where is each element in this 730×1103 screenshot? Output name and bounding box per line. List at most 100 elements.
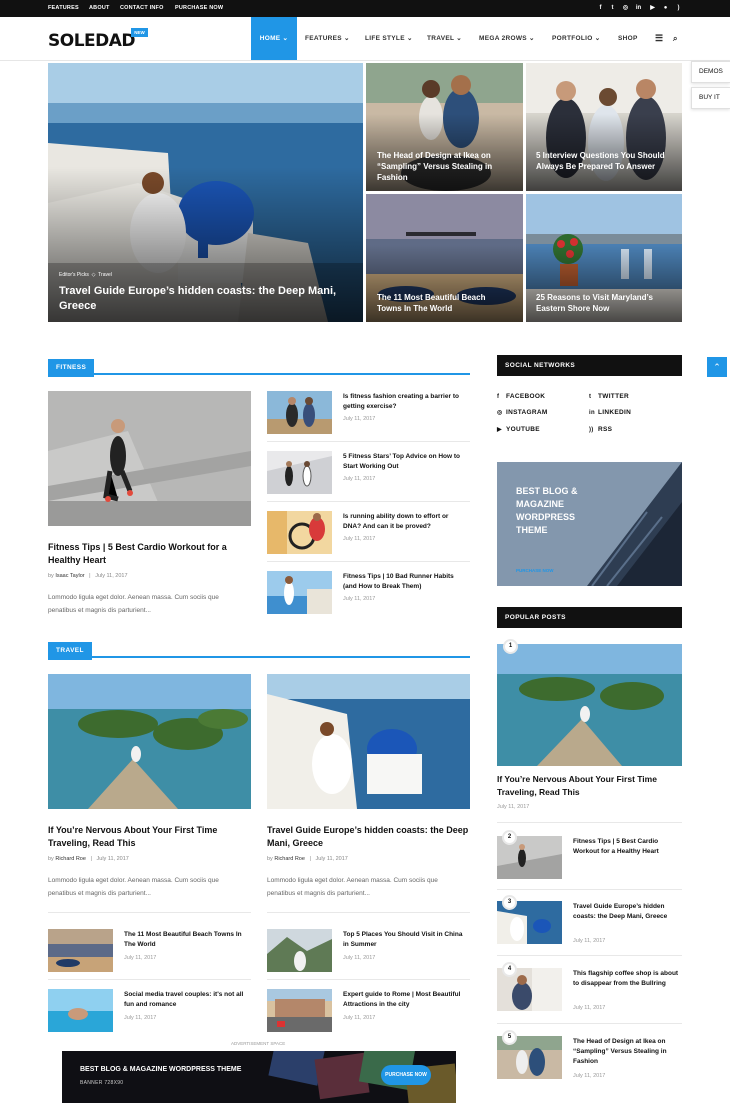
popular-rank-4: 4 bbox=[502, 962, 517, 977]
nav-portfolio[interactable]: PORTFOLIO ⌄ bbox=[552, 17, 600, 60]
nav-home-label: HOME bbox=[259, 35, 281, 42]
nav-lifestyle[interactable]: LIFE STYLE ⌄ bbox=[365, 17, 413, 60]
facebook-icon[interactable]: f bbox=[597, 5, 604, 12]
site-logo[interactable]: SOLEDAD bbox=[48, 31, 136, 51]
instagram-icon[interactable]: ◎ bbox=[622, 5, 629, 12]
social-facebook[interactable]: f FACEBOOK bbox=[497, 393, 545, 400]
social-twitter[interactable]: t TWITTER bbox=[589, 393, 629, 400]
topbar-link-about[interactable]: ABOUT bbox=[89, 0, 110, 17]
travel-featured-title-1[interactable]: If You’re Nervous About Your First Time … bbox=[48, 824, 253, 850]
travel-featured-author-2[interactable]: Richard Roe bbox=[274, 856, 305, 862]
travel-heading-label[interactable]: TRAVEL bbox=[48, 642, 92, 660]
travel-list-date-4: July 11, 2017 bbox=[343, 1015, 376, 1021]
travel-list-image-3[interactable] bbox=[48, 989, 113, 1032]
travel-list-title-1[interactable]: The 11 Most Beautiful Beach Towns In The… bbox=[124, 930, 249, 950]
travel-featured-excerpt-2: Lommodo ligula eget dolor. Aenean massa.… bbox=[267, 877, 438, 897]
ad-banner[interactable]: BEST BLOG & MAGAZINE WORDPRESS THEME BAN… bbox=[62, 1051, 456, 1103]
hero-tile-1-title[interactable]: The Head of Design at Ikea on “Sampling”… bbox=[377, 150, 512, 183]
fitness-list-title-1[interactable]: Is fitness fashion creating a barrier to… bbox=[343, 392, 463, 412]
nav-features[interactable]: FEATURES ⌄ bbox=[305, 17, 350, 60]
popular-title-5[interactable]: The Head of Design at Ikea on “Sampling”… bbox=[573, 1037, 683, 1067]
demos-button[interactable]: DEMOS bbox=[691, 61, 730, 83]
hero-category-2[interactable]: Travel bbox=[98, 272, 112, 278]
menu-icon[interactable]: ☰ bbox=[655, 17, 663, 60]
fitness-featured-title[interactable]: Fitness Tips | 5 Best Cardio Workout for… bbox=[48, 541, 253, 567]
nav-home[interactable]: HOME ⌄ bbox=[251, 17, 297, 60]
travel-list-date-3: July 11, 2017 bbox=[124, 1015, 157, 1021]
travel-featured-image-2[interactable] bbox=[267, 674, 470, 809]
social-instagram[interactable]: ◎ INSTAGRAM bbox=[497, 409, 548, 416]
hero-main[interactable]: Editor's Picks ◇ Travel Travel Guide Eur… bbox=[48, 63, 363, 322]
byline-prefix: by bbox=[48, 573, 54, 579]
fitness-list-image-1[interactable] bbox=[267, 391, 332, 434]
fitness-list-title-2[interactable]: 5 Fitness Stars’ Top Advice on How to St… bbox=[343, 452, 463, 472]
ad-title: BEST BLOG & MAGAZINE WORDPRESS THEME bbox=[80, 1066, 242, 1073]
social-label: FACEBOOK bbox=[506, 393, 546, 400]
hero-tile-4[interactable]: 25 Reasons to Visit Maryland’s Eastern S… bbox=[526, 194, 682, 322]
travel-featured-image-1-svg bbox=[48, 674, 251, 809]
popular-date-5: July 11, 2017 bbox=[573, 1073, 606, 1079]
nav-shop[interactable]: SHOP bbox=[618, 17, 638, 60]
ad-label: ADVERTISEMENT SPACE bbox=[231, 1041, 286, 1046]
travel-list-image-4-svg bbox=[267, 989, 332, 1032]
travel-featured-image-1[interactable] bbox=[48, 674, 251, 809]
nav-travel[interactable]: TRAVEL ⌄ bbox=[427, 17, 462, 60]
fitness-heading-label[interactable]: FITNESS bbox=[48, 359, 95, 377]
popular-title-4[interactable]: This flagship coffee shop is about to di… bbox=[573, 969, 683, 989]
travel-featured-title-2[interactable]: Travel Guide Europe’s hidden coasts: the… bbox=[267, 824, 472, 850]
travel-list-title-2[interactable]: Top 5 Places You Should Visit in China i… bbox=[343, 930, 468, 950]
linkedin-icon[interactable]: in bbox=[635, 5, 642, 12]
hero-tile-3-title[interactable]: The 11 Most Beautiful Beach Towns In The… bbox=[377, 292, 512, 314]
popular-title-2[interactable]: Fitness Tips | 5 Best Cardio Workout for… bbox=[573, 837, 683, 857]
popular-title-3[interactable]: Travel Guide Europe’s hidden coasts: the… bbox=[573, 902, 683, 922]
divider bbox=[267, 501, 470, 502]
fitness-featured-author[interactable]: Isaac Taylor bbox=[55, 573, 84, 579]
fitness-list-title-3[interactable]: Is running ability down to effort or DNA… bbox=[343, 512, 468, 532]
hero-tile-4-title[interactable]: 25 Reasons to Visit Maryland’s Eastern S… bbox=[536, 292, 676, 314]
search-icon[interactable]: ⌕ bbox=[673, 17, 678, 60]
social-linkedin[interactable]: in LINKEDIN bbox=[589, 409, 631, 416]
divider bbox=[497, 1023, 682, 1024]
ad-purchase-button[interactable]: PURCHASE NOW bbox=[381, 1065, 431, 1085]
travel-list-title-3[interactable]: Social media travel couples: it's not al… bbox=[124, 990, 249, 1010]
fitness-section-heading: FITNESS bbox=[48, 356, 470, 377]
topbar-link-contact[interactable]: CONTACT INFO bbox=[120, 0, 164, 17]
fitness-list-image-3[interactable] bbox=[267, 511, 332, 554]
hero-tile-2-title[interactable]: 5 Interview Questions You Should Always … bbox=[536, 150, 674, 172]
social-youtube[interactable]: ▶ YOUTUBE bbox=[497, 426, 540, 433]
social-rss[interactable]: )) RSS bbox=[589, 426, 612, 433]
travel-list-image-2[interactable] bbox=[267, 929, 332, 972]
hero-main-title[interactable]: Travel Guide Europe’s hidden coasts: the… bbox=[59, 284, 349, 314]
fitness-featured-image[interactable] bbox=[48, 391, 251, 526]
fitness-list-image-2-svg bbox=[267, 451, 332, 494]
tumblr-icon[interactable]: ● bbox=[662, 5, 669, 12]
hero-tile-3[interactable]: The 11 Most Beautiful Beach Towns In The… bbox=[366, 194, 523, 322]
byline-prefix: by bbox=[48, 856, 54, 862]
fitness-list-image-2[interactable] bbox=[267, 451, 332, 494]
youtube-icon[interactable]: ▶ bbox=[649, 5, 656, 12]
travel-list-title-4[interactable]: Expert guide to Rome | Most Beautiful At… bbox=[343, 990, 468, 1010]
hero-tile-1[interactable]: The Head of Design at Ikea on “Sampling”… bbox=[366, 63, 523, 191]
ad-subtitle: BANNER 728X90 bbox=[80, 1080, 124, 1086]
sidebar-banner-cta[interactable]: PURCHASE NOW bbox=[516, 568, 554, 573]
hero-tile-2[interactable]: 5 Interview Questions You Should Always … bbox=[526, 63, 682, 191]
topbar-link-purchase[interactable]: PURCHASE NOW bbox=[175, 0, 223, 17]
buy-it-button[interactable]: BUY IT bbox=[691, 87, 730, 109]
divider bbox=[267, 912, 470, 913]
popular-featured-image[interactable] bbox=[497, 644, 682, 766]
fitness-list-title-4[interactable]: Fitness Tips | 10 Bad Runner Habits (and… bbox=[343, 572, 468, 592]
popular-posts-heading: POPULAR POSTS bbox=[497, 607, 682, 628]
popular-featured-title[interactable]: If You’re Nervous About Your First Time … bbox=[497, 773, 682, 799]
rss-icon[interactable]: ) bbox=[675, 5, 682, 12]
travel-list-image-1[interactable] bbox=[48, 929, 113, 972]
scroll-top-button[interactable]: ⌃ bbox=[707, 357, 727, 377]
hero-category-1[interactable]: Editor's Picks bbox=[59, 272, 89, 278]
fitness-list-image-4[interactable] bbox=[267, 571, 332, 614]
sidebar-banner[interactable]: BEST BLOG & MAGAZINE WORDPRESS THEME PUR… bbox=[497, 462, 682, 586]
twitter-icon[interactable]: t bbox=[609, 5, 616, 12]
travel-featured-author-1[interactable]: Richard Roe bbox=[55, 856, 86, 862]
travel-list-image-4[interactable] bbox=[267, 989, 332, 1032]
travel-featured-meta-2: by Richard Roe | July 11, 2017 bbox=[267, 856, 348, 862]
topbar-link-features[interactable]: FEATURES bbox=[48, 0, 79, 17]
nav-mega[interactable]: MEGA 2ROWS ⌄ bbox=[479, 17, 535, 60]
